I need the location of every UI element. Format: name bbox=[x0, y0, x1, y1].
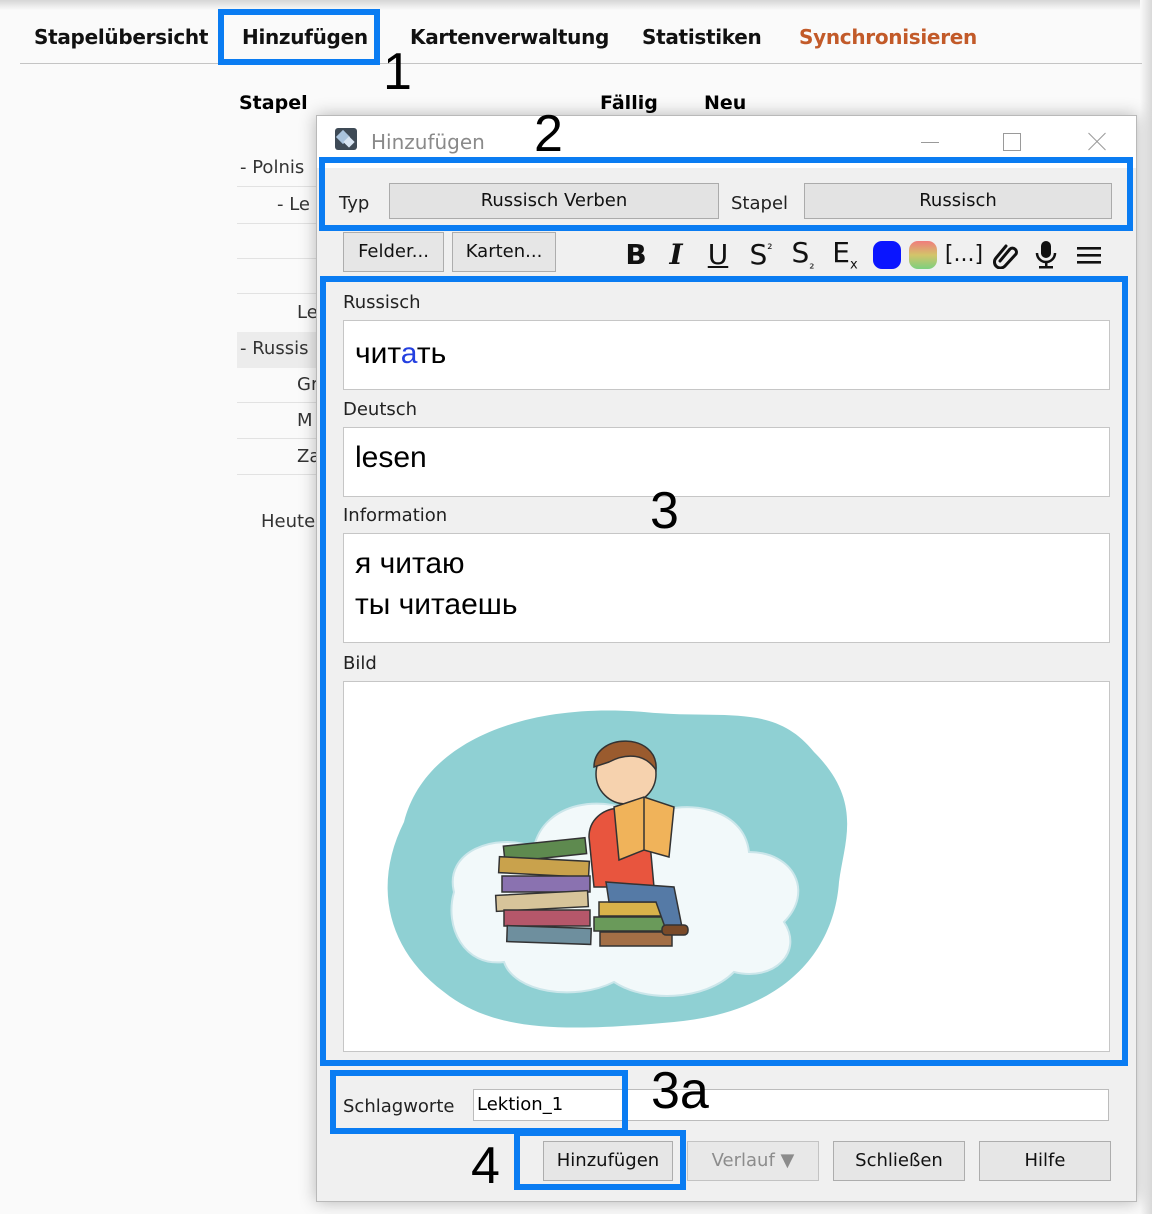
deck-column-header: Stapel bbox=[239, 92, 308, 114]
more-menu-icon[interactable] bbox=[1071, 237, 1107, 273]
cloze-icon-label: [...] bbox=[944, 242, 984, 267]
deck-label: Stapel bbox=[731, 193, 789, 214]
annotation-number: 2 bbox=[534, 105, 563, 163]
deck-divider bbox=[237, 438, 322, 439]
close-icon[interactable] bbox=[1074, 124, 1118, 160]
field-label-russisch: Russisch bbox=[343, 292, 421, 313]
history-button[interactable]: Verlauf ▼ bbox=[687, 1141, 819, 1181]
deck-divider bbox=[237, 474, 322, 475]
deck-row[interactable]: - Le bbox=[277, 194, 310, 215]
field-editor-bild[interactable] bbox=[343, 681, 1110, 1052]
annotation-number: 4 bbox=[471, 1137, 500, 1195]
deck-row[interactable]: - Russis bbox=[240, 338, 308, 359]
highlight-color-icon[interactable] bbox=[907, 237, 939, 273]
underline-icon-label: U bbox=[707, 238, 729, 271]
cards-button[interactable]: Karten... bbox=[452, 232, 556, 272]
close-button[interactable]: Schließen bbox=[833, 1141, 965, 1181]
deck-divider bbox=[237, 402, 322, 403]
field-label-information: Information bbox=[343, 505, 448, 526]
tags-label: Schlagworte bbox=[343, 1096, 455, 1117]
new-column-header: Neu bbox=[704, 92, 747, 114]
dialog-titlebar: Hinzufügen bbox=[317, 116, 1136, 168]
toolbar-decks-link[interactable]: Stapelübersicht bbox=[34, 25, 208, 49]
add-note-dialog: Hinzufügen Typ Russisch Verben Stapel Ru… bbox=[316, 115, 1137, 1202]
annotation-number: 1 bbox=[383, 43, 412, 101]
underline-icon[interactable]: U bbox=[701, 237, 735, 273]
field-label-bild: Bild bbox=[343, 653, 377, 674]
toolbar-browse-link[interactable]: Kartenverwaltung bbox=[410, 25, 609, 49]
field-value-information-line1: я читаю bbox=[355, 547, 465, 580]
add-note-button[interactable]: Hinzufügen bbox=[543, 1141, 673, 1181]
maximize-icon[interactable] bbox=[989, 124, 1033, 160]
italic-icon-label: I bbox=[669, 238, 683, 271]
deck-divider bbox=[237, 223, 322, 224]
record-audio-icon[interactable] bbox=[1029, 237, 1063, 273]
deck-divider bbox=[237, 293, 322, 294]
fields-button[interactable]: Felder... bbox=[343, 232, 444, 272]
field-editor-deutsch[interactable]: lesen bbox=[343, 427, 1110, 497]
due-column-header: Fällig bbox=[600, 92, 658, 114]
subscript-icon[interactable]: S₂ bbox=[785, 237, 821, 273]
toolbar-stats-link[interactable]: Statistiken bbox=[642, 25, 762, 49]
bold-icon[interactable]: B bbox=[619, 237, 653, 273]
field-editor-information[interactable]: я читаю ты читаешь bbox=[343, 533, 1110, 643]
deck-row[interactable]: Le bbox=[297, 302, 318, 323]
note-type-button[interactable]: Russisch Verben bbox=[389, 183, 719, 219]
window-edge bbox=[0, 0, 1152, 10]
window-edge bbox=[1140, 0, 1152, 1214]
field-value-deutsch: lesen bbox=[355, 441, 427, 474]
help-button[interactable]: Hilfe bbox=[979, 1141, 1111, 1181]
attach-icon[interactable] bbox=[989, 237, 1023, 273]
deck-row[interactable]: - Polnis bbox=[240, 157, 304, 178]
deck-divider bbox=[237, 186, 322, 187]
annotation-number: 3 bbox=[650, 482, 679, 540]
note-type-label: Typ bbox=[339, 193, 370, 214]
field-label-deutsch: Deutsch bbox=[343, 399, 418, 420]
today-summary: Heute bbox=[261, 511, 316, 532]
annotation-number: 3a bbox=[651, 1062, 709, 1120]
field-value-russisch: читать bbox=[355, 337, 447, 370]
deck-divider bbox=[237, 258, 322, 259]
field-editor-russisch[interactable]: читать bbox=[343, 320, 1110, 390]
cloze-icon[interactable]: [...] bbox=[945, 237, 983, 273]
minimize-icon[interactable] bbox=[907, 124, 951, 160]
dialog-title: Hinzufügen bbox=[371, 130, 485, 154]
text-color-icon[interactable] bbox=[871, 237, 903, 273]
clear-format-icon[interactable]: Ex bbox=[827, 237, 863, 273]
boy-reading-illustration bbox=[387, 710, 848, 1028]
tags-input[interactable]: Lektion_1 bbox=[473, 1089, 1109, 1121]
italic-icon[interactable]: I bbox=[661, 237, 691, 273]
bold-icon-label: B bbox=[625, 238, 647, 271]
deck-select-button[interactable]: Russisch bbox=[804, 183, 1112, 219]
toolbar-sync-link[interactable]: Synchronisieren bbox=[799, 25, 977, 49]
field-value-information-line2: ты читаешь bbox=[355, 588, 518, 621]
anki-app-icon bbox=[335, 128, 357, 150]
superscript-icon[interactable]: S² bbox=[743, 237, 779, 273]
toolbar-add-link[interactable]: Hinzufügen bbox=[242, 25, 368, 49]
main-toolbar: Stapelübersicht Hinzufügen Kartenverwalt… bbox=[20, 12, 1142, 64]
deck-row[interactable]: M bbox=[297, 410, 313, 431]
